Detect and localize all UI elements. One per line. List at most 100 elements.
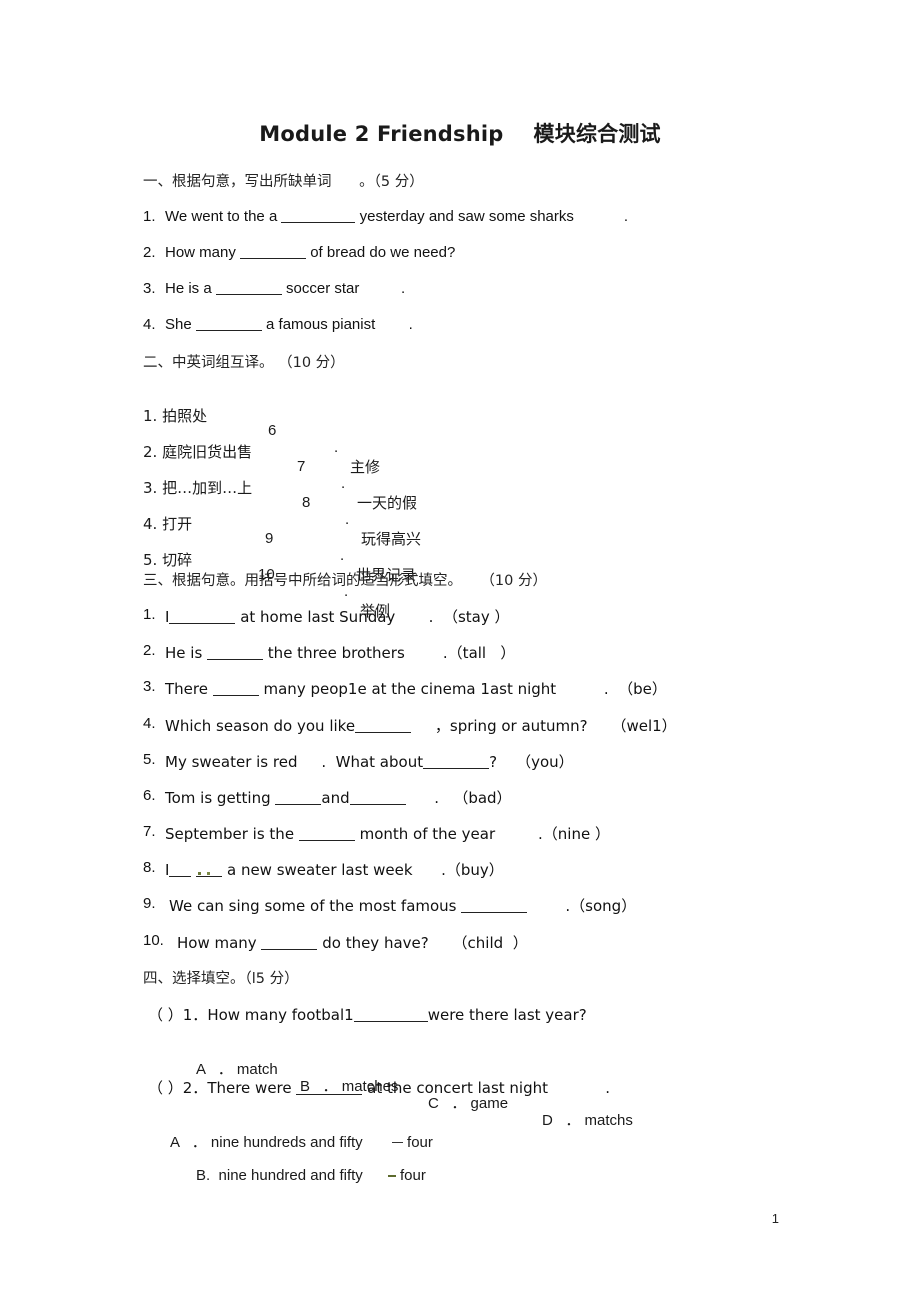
s3-item-9-before: We can sing some of the most famous bbox=[169, 897, 462, 915]
s4-q2-option-a-text: nine hundreds and fifty bbox=[210, 1134, 363, 1151]
s3-item-6-text: Tom is getting and . （bad） bbox=[165, 787, 512, 808]
s4-q2-option-b-row: B. nine hundred and fifty four bbox=[0, 1150, 920, 1201]
s3-item-1-blank[interactable] bbox=[169, 623, 236, 624]
s3-item-8-after: a new sweater last week .（buy） bbox=[222, 861, 504, 879]
s3-item-8-number: 8. bbox=[143, 859, 156, 876]
s3-item-1-number: 1. bbox=[143, 606, 156, 623]
s3-item-9-text: We can sing some of the most famous .（so… bbox=[169, 895, 636, 916]
s3-item-7-text: September is the month of the year .（nin… bbox=[165, 823, 610, 844]
s3-item-1-text: I at home last Sunday . （stay ） bbox=[165, 606, 510, 627]
vocab-4-left-text: 打开 bbox=[162, 515, 193, 533]
vocab-4-left: 4. 打开 bbox=[143, 513, 192, 534]
s1-item-4-number: 4. bbox=[143, 316, 156, 333]
s3-item-5-number: 5. bbox=[143, 751, 156, 768]
s3-item-2-text: He is the three brothers .（tall ） bbox=[165, 642, 515, 663]
s3-item-3-after: many peop1e at the cinema 1ast night . （… bbox=[258, 680, 667, 698]
s3-item-6-blank-b[interactable] bbox=[349, 804, 406, 805]
s3-item-10-after: do they have? （child ） bbox=[317, 934, 528, 952]
s1-item-1-after: yesterday and saw some sharks . bbox=[355, 208, 629, 225]
s1-item-2-before: How many bbox=[165, 244, 241, 261]
s3-item-10-number: 10. bbox=[143, 932, 164, 949]
vocab-4-left-number: 4. bbox=[143, 515, 158, 533]
s4-q2-before: There were bbox=[207, 1079, 297, 1097]
s1-item-1-number: 1. bbox=[143, 208, 156, 225]
s4-q1-marker[interactable]: （ ）1． bbox=[148, 1006, 207, 1024]
s3-item-4-before: Which season do you like bbox=[165, 717, 356, 735]
s3-item-7-before: September is the bbox=[165, 825, 299, 843]
s1-item-3-number: 3. bbox=[143, 280, 156, 297]
s1-item-4-blank[interactable] bbox=[195, 330, 262, 331]
document-page: Module 2 Friendship 模块综合测试 一、根据句意，写出所缺单词… bbox=[0, 0, 920, 1303]
vocab-1-left-text: 拍照处 bbox=[162, 407, 208, 425]
vocab-3-left: 3. 把…加到…上 bbox=[143, 477, 252, 498]
s3-item-8-blank-b[interactable] bbox=[196, 872, 223, 877]
s3-item-10-blank[interactable] bbox=[261, 949, 318, 950]
s3-item-7-blank[interactable] bbox=[298, 840, 355, 841]
vocab-5-left: 5. 切碎 bbox=[143, 549, 192, 570]
s1-item-3-blank[interactable] bbox=[215, 294, 282, 295]
s4-q1-blank[interactable] bbox=[353, 1021, 428, 1022]
vocab-1-left-number: 1. bbox=[143, 407, 158, 425]
s3-item-5-after: ? （you） bbox=[489, 753, 574, 771]
s3-item-2-after: the three brothers .（tall ） bbox=[263, 644, 516, 662]
vocab-2-left-number: 2. bbox=[143, 443, 158, 461]
s1-item-3-before: He is a bbox=[165, 280, 216, 297]
s3-item-3-blank[interactable] bbox=[212, 695, 259, 696]
s3-item-3-number: 3. bbox=[143, 678, 156, 695]
s1-item-2-blank[interactable] bbox=[240, 258, 307, 259]
s4-q2-option-b-text: nine hundred and fifty bbox=[218, 1167, 363, 1184]
vocab-1-left: 1. 拍照处 bbox=[143, 405, 207, 426]
s4-q1: （ ）1．How many footbal1 were there last ye… bbox=[148, 1004, 587, 1025]
s3-item-10-before: How many bbox=[177, 934, 262, 952]
s4-q1-option-a-letter: A bbox=[196, 1061, 206, 1078]
s3-item-5-before: My sweater is red . What about bbox=[165, 753, 424, 771]
s3-item-6-before: Tom is getting bbox=[165, 789, 276, 807]
s3-item-6-number: 6. bbox=[143, 787, 156, 804]
s4-q2-option-a-suffix: four bbox=[407, 1134, 433, 1151]
s3-item-9-after: .（song） bbox=[527, 897, 637, 915]
s3-item-3-text: There many peop1e at the cinema 1ast nig… bbox=[165, 678, 667, 699]
section-4-heading: 四、选择填空。（l5 分） bbox=[143, 971, 299, 987]
s3-item-8-text: I a new sweater last week .（buy） bbox=[165, 859, 504, 880]
s4-q1-option-a[interactable]: A ． match bbox=[196, 1058, 278, 1079]
s4-q2-option-b-letter: B. bbox=[196, 1167, 211, 1184]
s4-q2-option-b-suffix: four bbox=[400, 1167, 426, 1184]
s4-q1-option-a-dot: ． bbox=[217, 1061, 233, 1078]
s4-q2-option-a-letter: A bbox=[170, 1134, 180, 1151]
s4-q2-option-b[interactable]: B. nine hundred and fifty four bbox=[196, 1167, 426, 1184]
s4-q2-blank[interactable] bbox=[296, 1094, 363, 1095]
vocab-3-left-number: 3. bbox=[143, 479, 158, 497]
vocab-5-left-text: 切碎 bbox=[162, 551, 193, 569]
s3-item-2-blank[interactable] bbox=[207, 659, 264, 660]
vocab-5-left-number: 5. bbox=[143, 551, 158, 569]
s4-q2-option-a-dash bbox=[391, 1142, 403, 1143]
s3-item-2-number: 2. bbox=[143, 642, 156, 659]
s4-q1-option-a-text: match bbox=[236, 1061, 278, 1078]
s3-item-4-blank[interactable] bbox=[355, 732, 412, 733]
s4-q2: （ ）2．There were at the concert last nigh… bbox=[148, 1077, 610, 1098]
section-1-heading: 一、根据句意，写出所缺单词 。（5 分） bbox=[143, 174, 424, 190]
s4-q2-marker[interactable]: （ ）2． bbox=[148, 1079, 207, 1097]
s1-item-2-number: 2. bbox=[143, 244, 156, 261]
s4-q1-after: were there last year? bbox=[427, 1006, 587, 1024]
s1-item-1-blank[interactable] bbox=[281, 222, 356, 223]
s4-q2-option-a[interactable]: A ． nine hundreds and fifty four bbox=[170, 1131, 433, 1152]
s3-item-7-after: month of the year .（nine ） bbox=[354, 825, 610, 843]
vocab-3-left-text: 把…加到…上 bbox=[162, 479, 253, 497]
s3-item-4-number: 4. bbox=[143, 715, 156, 732]
s3-item-6-after: . （bad） bbox=[405, 789, 512, 807]
s3-item-6-blank-a[interactable] bbox=[275, 804, 322, 805]
s3-item-3-before: There bbox=[165, 680, 213, 698]
s3-item-8-blank-a[interactable] bbox=[169, 876, 192, 877]
s3-item-9-blank[interactable] bbox=[461, 912, 528, 913]
vocab-2-left: 2. 庭院旧货出售 bbox=[143, 441, 252, 462]
s3-item-10-text: How many do they have? （child ） bbox=[177, 932, 528, 953]
s1-item-4-before: She bbox=[165, 316, 196, 333]
page-number: 1 bbox=[771, 1211, 779, 1226]
s3-item-2-before: He is bbox=[165, 644, 208, 662]
s3-item-5-blank[interactable] bbox=[423, 768, 490, 769]
s3-item-7-number: 7. bbox=[143, 823, 156, 840]
s3-item-1-after: at home last Sunday . （stay ） bbox=[235, 608, 510, 626]
page-title: Module 2 Friendship 模块综合测试 bbox=[259, 122, 661, 146]
s1-item-1-text: We went to the a yesterday and saw some … bbox=[165, 208, 628, 225]
